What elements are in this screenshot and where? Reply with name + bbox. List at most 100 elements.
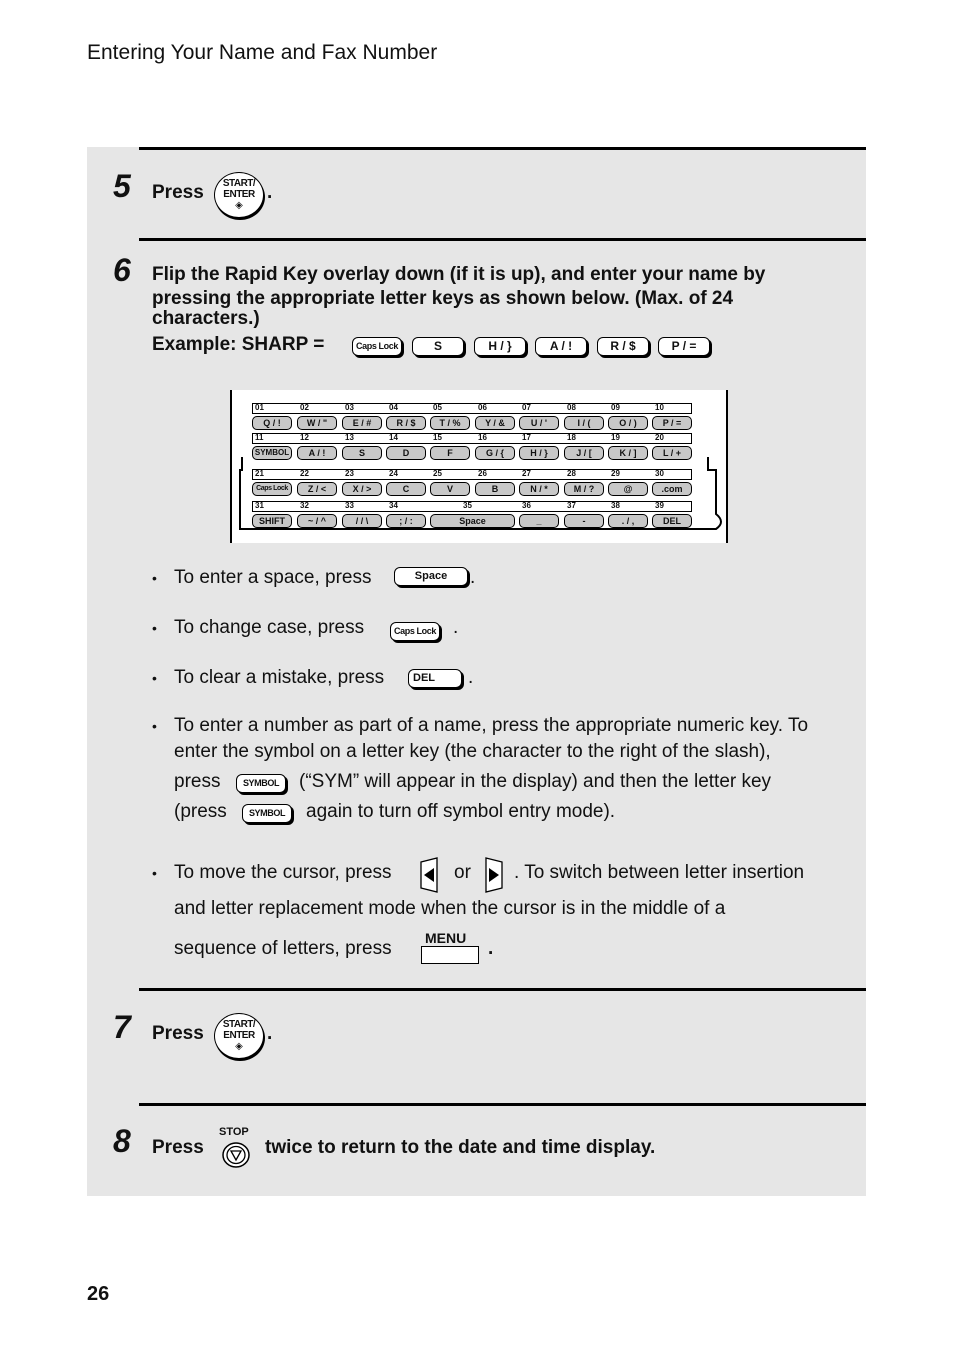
overlay-key[interactable]: P / = [652,416,692,430]
bullet-clear-text: To clear a mistake, press [174,667,385,688]
overlay-key[interactable]: M / ? [564,482,604,496]
overlay-key[interactable]: @ [608,482,648,496]
key-number: 01 [255,403,264,412]
overlay-key[interactable]: H / } [519,446,559,460]
step-divider [139,147,866,150]
enter-label: ENTER [223,189,255,200]
overlay-key[interactable]: U / ' [519,416,559,430]
overlay-key[interactable]: DEL [652,514,692,528]
overlay-key[interactable]: C [386,482,426,496]
overlay-key[interactable]: E / # [342,416,382,430]
step-divider [139,988,866,991]
overlay-key[interactable]: / / \ [342,514,382,528]
menu-label: MENU [425,930,467,946]
key-number: 07 [522,403,531,412]
overlay-key[interactable]: ~ / ^ [297,514,337,528]
bullet-symbol-line4b: again to turn off symbol entry mode). [306,801,616,822]
key-number: 34 [389,501,398,510]
overlay-key[interactable]: Q / ! [252,416,292,430]
key-number: 08 [567,403,576,412]
overlay-key[interactable]: F [430,446,470,460]
left-arrow-key [420,857,438,893]
bullet-cursor-line3a: sequence of letters, press [174,938,392,959]
key-number: 38 [611,501,620,510]
bullet-symbol-line2: enter the symbol on a letter key (the ch… [174,741,771,762]
overlay-key[interactable]: .com [652,482,692,496]
overlay-key[interactable]: A / ! [297,446,337,460]
example-key-h: H / } [474,337,526,356]
overlay-key[interactable]: D [386,446,426,460]
key-number: 12 [300,433,309,442]
step-6-line1: Flip the Rapid Key overlay down (if it i… [152,264,766,285]
bullet-space-label: To enter a space, press [174,567,372,588]
key-number-strip: 01 02 03 04 05 06 07 08 09 10 [252,403,692,414]
period: . [453,617,459,638]
key-number: 28 [567,469,576,478]
overlay-key[interactable]: I / ( [564,416,604,430]
example-key-s: S [412,337,464,356]
key-number: 06 [478,403,487,412]
key-number: 27 [522,469,531,478]
overlay-key[interactable]: Y / & [475,416,515,430]
overlay-key[interactable]: Space [430,514,515,528]
key-number: 10 [655,403,664,412]
start-enter-button: START/ ENTER ◈ [214,172,264,218]
period: . [470,567,476,588]
bullet-symbol-line3a: press [174,771,221,792]
overlay-key[interactable]: SYMBOL [252,446,292,460]
bullet-symbol-line4a: (press [174,801,227,822]
overlay-key[interactable]: X / > [342,482,382,496]
overlay-key[interactable]: G / { [475,446,515,460]
overlay-key[interactable]: SHIFT [252,514,292,528]
bullet-cursor-line2: and letter replacement mode when the cur… [174,898,726,919]
overlay-key[interactable]: - [564,514,604,528]
right-arrow-key [485,857,503,893]
step-8-press: Press [152,1137,204,1158]
symbol-key: SYMBOL [242,804,292,823]
bullet-case-text: To change case, press [174,617,365,638]
overlay-key[interactable]: J / [ [564,446,604,460]
start-label: START/ [222,1019,256,1030]
page-header-title: Entering Your Name and Fax Number [87,41,438,64]
overlay-key[interactable]: _ [519,514,559,528]
overlay-key[interactable]: Caps Lock [252,482,292,496]
key-number: 05 [433,403,442,412]
key-number: 22 [300,469,309,478]
key-number: 14 [389,433,398,442]
overlay-key[interactable]: Z / < [297,482,337,496]
overlay-key[interactable]: B [475,482,515,496]
key-number: 30 [655,469,664,478]
bullet-icon: • [152,865,157,881]
overlay-key[interactable]: N / * [519,482,559,496]
space-key: Space [394,567,468,586]
period: . [468,667,474,688]
overlay-key[interactable]: W / " [297,416,337,430]
overlay-key[interactable]: V [430,482,470,496]
period: . [267,1023,273,1044]
rapid-key-overlay: 01 02 03 04 05 06 07 08 09 10 Q / ! W / " E / # R / $… [230,390,728,543]
key-number: 35 [463,501,472,510]
key-number: 23 [345,469,354,478]
overlay-key[interactable]: S [342,446,382,460]
overlay-key[interactable]: K / ] [608,446,648,460]
step-number-5: 5 [113,168,131,204]
bullet-cursor-line1a: To move the cursor, press [174,862,392,883]
overlay-key[interactable]: O / ) [608,416,648,430]
key-number: 39 [655,501,664,510]
key-number: 20 [655,433,664,442]
overlay-key[interactable]: ; / : [386,514,426,528]
menu-key [421,946,479,964]
key-number: 25 [433,469,442,478]
key-number: 03 [345,403,354,412]
bullet-icon: • [152,620,157,636]
step-8-text: twice to return to the date and time dis… [265,1137,656,1158]
overlay-key[interactable]: T / % [430,416,470,430]
bullet-symbol-line3b: (“SYM” will appear in the display) and t… [299,771,772,792]
key-number: 17 [522,433,531,442]
enter-label: ENTER [223,1030,255,1041]
key-number: 18 [567,433,576,442]
overlay-key[interactable]: . / , [608,514,648,528]
overlay-key[interactable]: L / + [652,446,692,460]
step-5-text: Press [152,182,204,203]
overlay-key[interactable]: R / $ [386,416,426,430]
